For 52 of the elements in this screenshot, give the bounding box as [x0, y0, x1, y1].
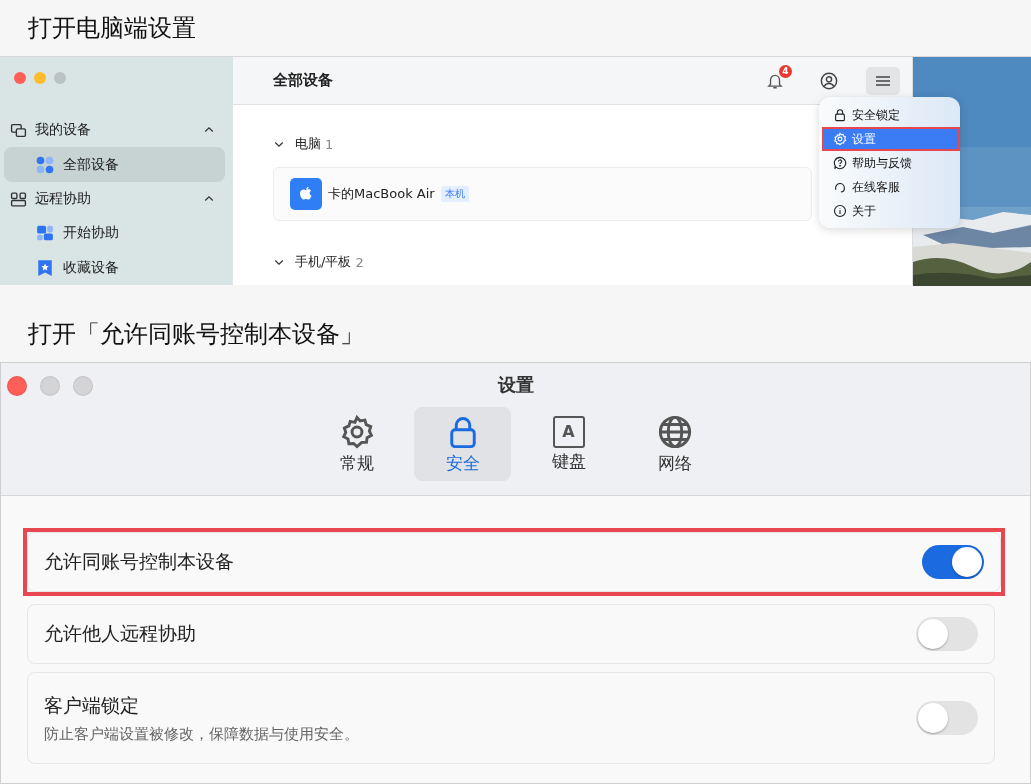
grid-icon: [36, 155, 54, 174]
tab[interactable]: A 键盘: [520, 407, 617, 481]
setting-label: 允许同账号控制本设备: [44, 549, 235, 574]
device-name: 卡的MacBook Air: [328, 185, 435, 203]
tab[interactable]: 安全: [414, 407, 511, 481]
toggle-switch[interactable]: [916, 617, 978, 651]
notification-badge: 4: [779, 64, 792, 78]
lock-icon: [833, 108, 847, 122]
assist-icon: [36, 224, 54, 243]
devices-icon: [10, 121, 27, 139]
window-title: 设置: [497, 374, 534, 395]
menu-item[interactable]: 安全锁定: [822, 103, 960, 127]
step-heading: 打开「允许同账号控制本设备」: [28, 319, 364, 350]
close-button[interactable]: [7, 376, 27, 396]
section-count: 2: [355, 254, 364, 270]
settings-icon: [833, 132, 847, 146]
sidebar-item[interactable]: 收藏设备: [4, 250, 225, 286]
device-tag: 本机: [440, 186, 469, 202]
menu-button[interactable]: [866, 66, 900, 95]
menu-item[interactable]: 关于: [822, 199, 960, 223]
help-icon: [833, 156, 847, 170]
setting-description: 防止客户端设置被修改，保障数据与使用安全。: [44, 724, 360, 744]
globe-icon: [656, 413, 693, 450]
toggle-switch[interactable]: [922, 545, 984, 579]
remote-icon: [10, 190, 27, 208]
menu-item[interactable]: 设置: [822, 127, 960, 151]
sidebar-group-label[interactable]: 远程协助: [35, 190, 195, 209]
tab[interactable]: 常规: [308, 407, 405, 481]
apple-logo-icon: [290, 178, 322, 210]
sidebar-item[interactable]: 全部设备: [4, 147, 225, 182]
device-card[interactable]: 卡的MacBook Air 本机: [273, 167, 812, 221]
menu-item[interactable]: 在线客服: [822, 175, 960, 199]
section-label: 手机/平板: [295, 253, 352, 271]
section-count: 1: [325, 136, 334, 152]
info-icon: [833, 204, 847, 218]
sidebar-group-label[interactable]: 我的设备: [35, 121, 195, 140]
setting-label: 客户端锁定: [44, 692, 140, 718]
notification-button[interactable]: 4: [758, 66, 792, 95]
bookmark-icon: [36, 258, 54, 277]
user-icon: [820, 71, 838, 90]
sidebar-item[interactable]: 开始协助: [4, 216, 225, 251]
menu-icon: [875, 74, 891, 87]
step-heading: 打开电脑端设置: [28, 13, 196, 44]
headset-icon: [833, 180, 847, 194]
tab[interactable]: 网络: [626, 407, 723, 481]
keyboard-icon: A: [552, 415, 585, 448]
close-button[interactable]: [14, 72, 26, 84]
setting-label: 允许他人远程协助: [44, 621, 197, 646]
toggle-switch[interactable]: [916, 701, 978, 735]
menu-item[interactable]: 帮助与反馈: [822, 151, 960, 175]
page-title: 全部设备: [273, 71, 334, 90]
section-label: 电脑: [295, 135, 321, 153]
